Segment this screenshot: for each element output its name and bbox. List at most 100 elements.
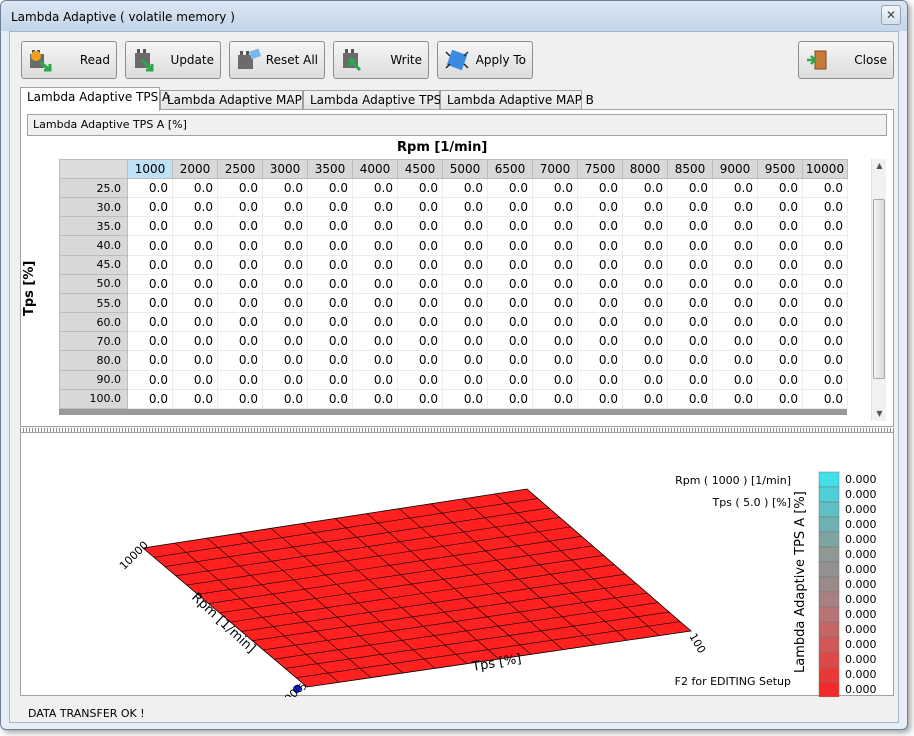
table-cell[interactable]: 0.0: [577, 235, 623, 256]
table-cell[interactable]: 0.0: [442, 273, 488, 294]
table-cell[interactable]: 0.0: [262, 254, 308, 275]
table-cell[interactable]: 0.0: [442, 197, 488, 218]
table-cell[interactable]: 0.0: [352, 197, 398, 218]
table-cell[interactable]: 0.0: [442, 216, 488, 237]
table-cell[interactable]: 0.0: [622, 312, 668, 333]
table-cell[interactable]: 0.0: [757, 216, 803, 237]
table-cell[interactable]: 0.0: [172, 312, 218, 333]
table-cell[interactable]: 0.0: [262, 197, 308, 218]
horizontal-scroll-strip[interactable]: [59, 409, 847, 415]
table-cell[interactable]: 0.0: [577, 254, 623, 275]
column-header[interactable]: 2500: [217, 159, 263, 179]
table-cell[interactable]: 0.0: [622, 369, 668, 390]
table-cell[interactable]: 0.0: [397, 177, 443, 199]
tab-lambda-adaptive-tps-a[interactable]: Lambda Adaptive TPS A: [20, 87, 170, 111]
table-cell[interactable]: 0.0: [532, 388, 578, 410]
table-cell[interactable]: 0.0: [622, 254, 668, 275]
table-cell[interactable]: 0.0: [487, 197, 533, 218]
table-cell[interactable]: 0.0: [442, 312, 488, 333]
table-cell[interactable]: 0.0: [622, 292, 668, 314]
table-cell[interactable]: 0.0: [802, 388, 848, 410]
column-header[interactable]: 7500: [577, 159, 623, 179]
table-cell[interactable]: 0.0: [802, 292, 848, 314]
table-cell[interactable]: 0.0: [442, 235, 488, 256]
table-cell[interactable]: 0.0: [352, 254, 398, 275]
table-cell[interactable]: 0.0: [172, 235, 218, 256]
table-cell[interactable]: 0.0: [397, 235, 443, 256]
table-cell[interactable]: 0.0: [622, 331, 668, 352]
column-header[interactable]: 8500: [667, 159, 713, 179]
table-cell[interactable]: 0.0: [532, 369, 578, 390]
table-cell[interactable]: 0.0: [622, 197, 668, 218]
table-cell[interactable]: 0.0: [757, 273, 803, 294]
table-cell[interactable]: 0.0: [577, 216, 623, 237]
table-cell[interactable]: 0.0: [217, 235, 263, 256]
row-header[interactable]: 80.0: [59, 350, 128, 371]
table-cell[interactable]: 0.0: [352, 177, 398, 199]
table-cell[interactable]: 0.0: [397, 254, 443, 275]
table-cell[interactable]: 0.0: [352, 273, 398, 294]
table-cell[interactable]: 0.0: [712, 331, 758, 352]
table-cell[interactable]: 0.0: [712, 273, 758, 294]
table-cell[interactable]: 0.0: [712, 292, 758, 314]
column-header[interactable]: 9500: [757, 159, 803, 179]
table-cell[interactable]: 0.0: [487, 177, 533, 199]
row-header[interactable]: 50.0: [59, 273, 128, 294]
table-cell[interactable]: 0.0: [757, 388, 803, 410]
table-cell[interactable]: 0.0: [307, 331, 353, 352]
table-cell[interactable]: 0.0: [532, 350, 578, 371]
table-cell[interactable]: 0.0: [307, 292, 353, 314]
table-cell[interactable]: 0.0: [622, 350, 668, 371]
table-cell[interactable]: 0.0: [487, 254, 533, 275]
row-header[interactable]: 70.0: [59, 331, 128, 352]
table-cell[interactable]: 0.0: [127, 312, 173, 333]
table-cell[interactable]: 0.0: [532, 177, 578, 199]
close-button[interactable]: Close: [798, 41, 894, 79]
table-cell[interactable]: 0.0: [667, 292, 713, 314]
table-cell[interactable]: 0.0: [217, 292, 263, 314]
column-header[interactable]: 5000: [442, 159, 488, 179]
table-cell[interactable]: 0.0: [532, 312, 578, 333]
table-cell[interactable]: 0.0: [397, 350, 443, 371]
table-cell[interactable]: 0.0: [172, 197, 218, 218]
table-cell[interactable]: 0.0: [217, 254, 263, 275]
table-cell[interactable]: 0.0: [262, 292, 308, 314]
table-cell[interactable]: 0.0: [712, 388, 758, 410]
table-cell[interactable]: 0.0: [487, 273, 533, 294]
table-cell[interactable]: 0.0: [712, 216, 758, 237]
table-cell[interactable]: 0.0: [307, 177, 353, 199]
vertical-scrollbar[interactable]: ▲ ▼: [871, 159, 886, 421]
table-cell[interactable]: 0.0: [352, 331, 398, 352]
table-cell[interactable]: 0.0: [667, 312, 713, 333]
table-cell[interactable]: 0.0: [262, 177, 308, 199]
table-cell[interactable]: 0.0: [127, 273, 173, 294]
table-cell[interactable]: 0.0: [577, 292, 623, 314]
table-cell[interactable]: 0.0: [127, 177, 173, 199]
table-cell[interactable]: 0.0: [712, 350, 758, 371]
table-cell[interactable]: 0.0: [442, 369, 488, 390]
column-header[interactable]: 10000: [802, 159, 848, 179]
table-cell[interactable]: 0.0: [172, 273, 218, 294]
table-cell[interactable]: 0.0: [577, 388, 623, 410]
row-header[interactable]: 90.0: [59, 369, 128, 390]
table-cell[interactable]: 0.0: [712, 197, 758, 218]
table-cell[interactable]: 0.0: [532, 235, 578, 256]
table-cell[interactable]: 0.0: [127, 254, 173, 275]
column-header[interactable]: 1000: [127, 159, 173, 179]
table-cell[interactable]: 0.0: [757, 292, 803, 314]
column-header[interactable]: 4000: [352, 159, 398, 179]
table-cell[interactable]: 0.0: [487, 350, 533, 371]
table-cell[interactable]: 0.0: [397, 197, 443, 218]
table-cell[interactable]: 0.0: [667, 388, 713, 410]
table-cell[interactable]: 0.0: [442, 292, 488, 314]
table-cell[interactable]: 0.0: [667, 369, 713, 390]
table-cell[interactable]: 0.0: [217, 273, 263, 294]
table-cell[interactable]: 0.0: [577, 369, 623, 390]
tab-lambda-adaptive-map-b[interactable]: Lambda Adaptive MAP B: [440, 90, 594, 110]
table-cell[interactable]: 0.0: [442, 388, 488, 410]
table-cell[interactable]: 0.0: [217, 312, 263, 333]
table-cell[interactable]: 0.0: [577, 177, 623, 199]
row-header[interactable]: 25.0: [59, 177, 128, 199]
table-cell[interactable]: 0.0: [127, 369, 173, 390]
table-cell[interactable]: 0.0: [352, 312, 398, 333]
